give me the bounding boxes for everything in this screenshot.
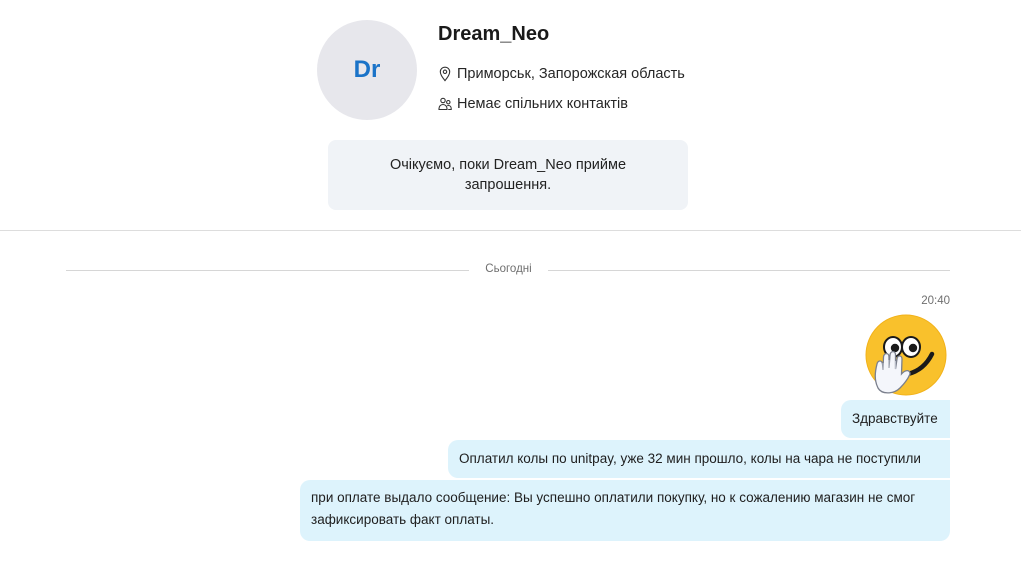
message-timestamp: 20:40 bbox=[921, 295, 950, 307]
invite-pending-notice: Очікуємо, поки Dream_Neo прийме запрошен… bbox=[328, 140, 688, 210]
invite-text: Очікуємо, поки Dream_Neo прийме запрошен… bbox=[389, 157, 627, 193]
message-bubble[interactable]: Оплатил колы по unitpay, уже 32 мин прош… bbox=[448, 440, 950, 478]
message-text: Оплатил колы по unitpay, уже 32 мин прош… bbox=[459, 451, 921, 466]
date-separator: Сьогодні bbox=[66, 262, 950, 278]
message-bubble[interactable]: при оплате выдало сообщение: Вы успешно … bbox=[300, 480, 950, 541]
header-divider bbox=[0, 230, 1021, 231]
contact-location: Приморськ, Запорожская область bbox=[438, 66, 685, 82]
location-pin-icon bbox=[438, 66, 452, 82]
message-text: Здравствуйте bbox=[852, 411, 938, 426]
message-text: при оплате выдало сообщение: Вы успешно … bbox=[311, 490, 916, 527]
location-text: Приморськ, Запорожская область bbox=[457, 66, 685, 82]
date-separator-line-left bbox=[66, 270, 469, 271]
contact-name[interactable]: Dream_Neo bbox=[438, 23, 549, 46]
date-separator-line-right bbox=[548, 270, 950, 271]
mutual-contacts-text: Немає спільних контактів bbox=[457, 96, 628, 112]
mutual-contacts: Немає спільних контактів bbox=[438, 96, 628, 112]
date-label: Сьогодні bbox=[485, 263, 532, 275]
avatar-initials: Dr bbox=[353, 56, 381, 83]
message-bubble[interactable]: Здравствуйте bbox=[841, 400, 950, 438]
people-icon bbox=[438, 96, 452, 112]
avatar[interactable]: Dr bbox=[317, 20, 417, 120]
contact-profile-header: Dr Dream_Neo Приморськ, Запорожская обла… bbox=[0, 0, 1021, 230]
wave-emoji[interactable] bbox=[864, 314, 948, 398]
